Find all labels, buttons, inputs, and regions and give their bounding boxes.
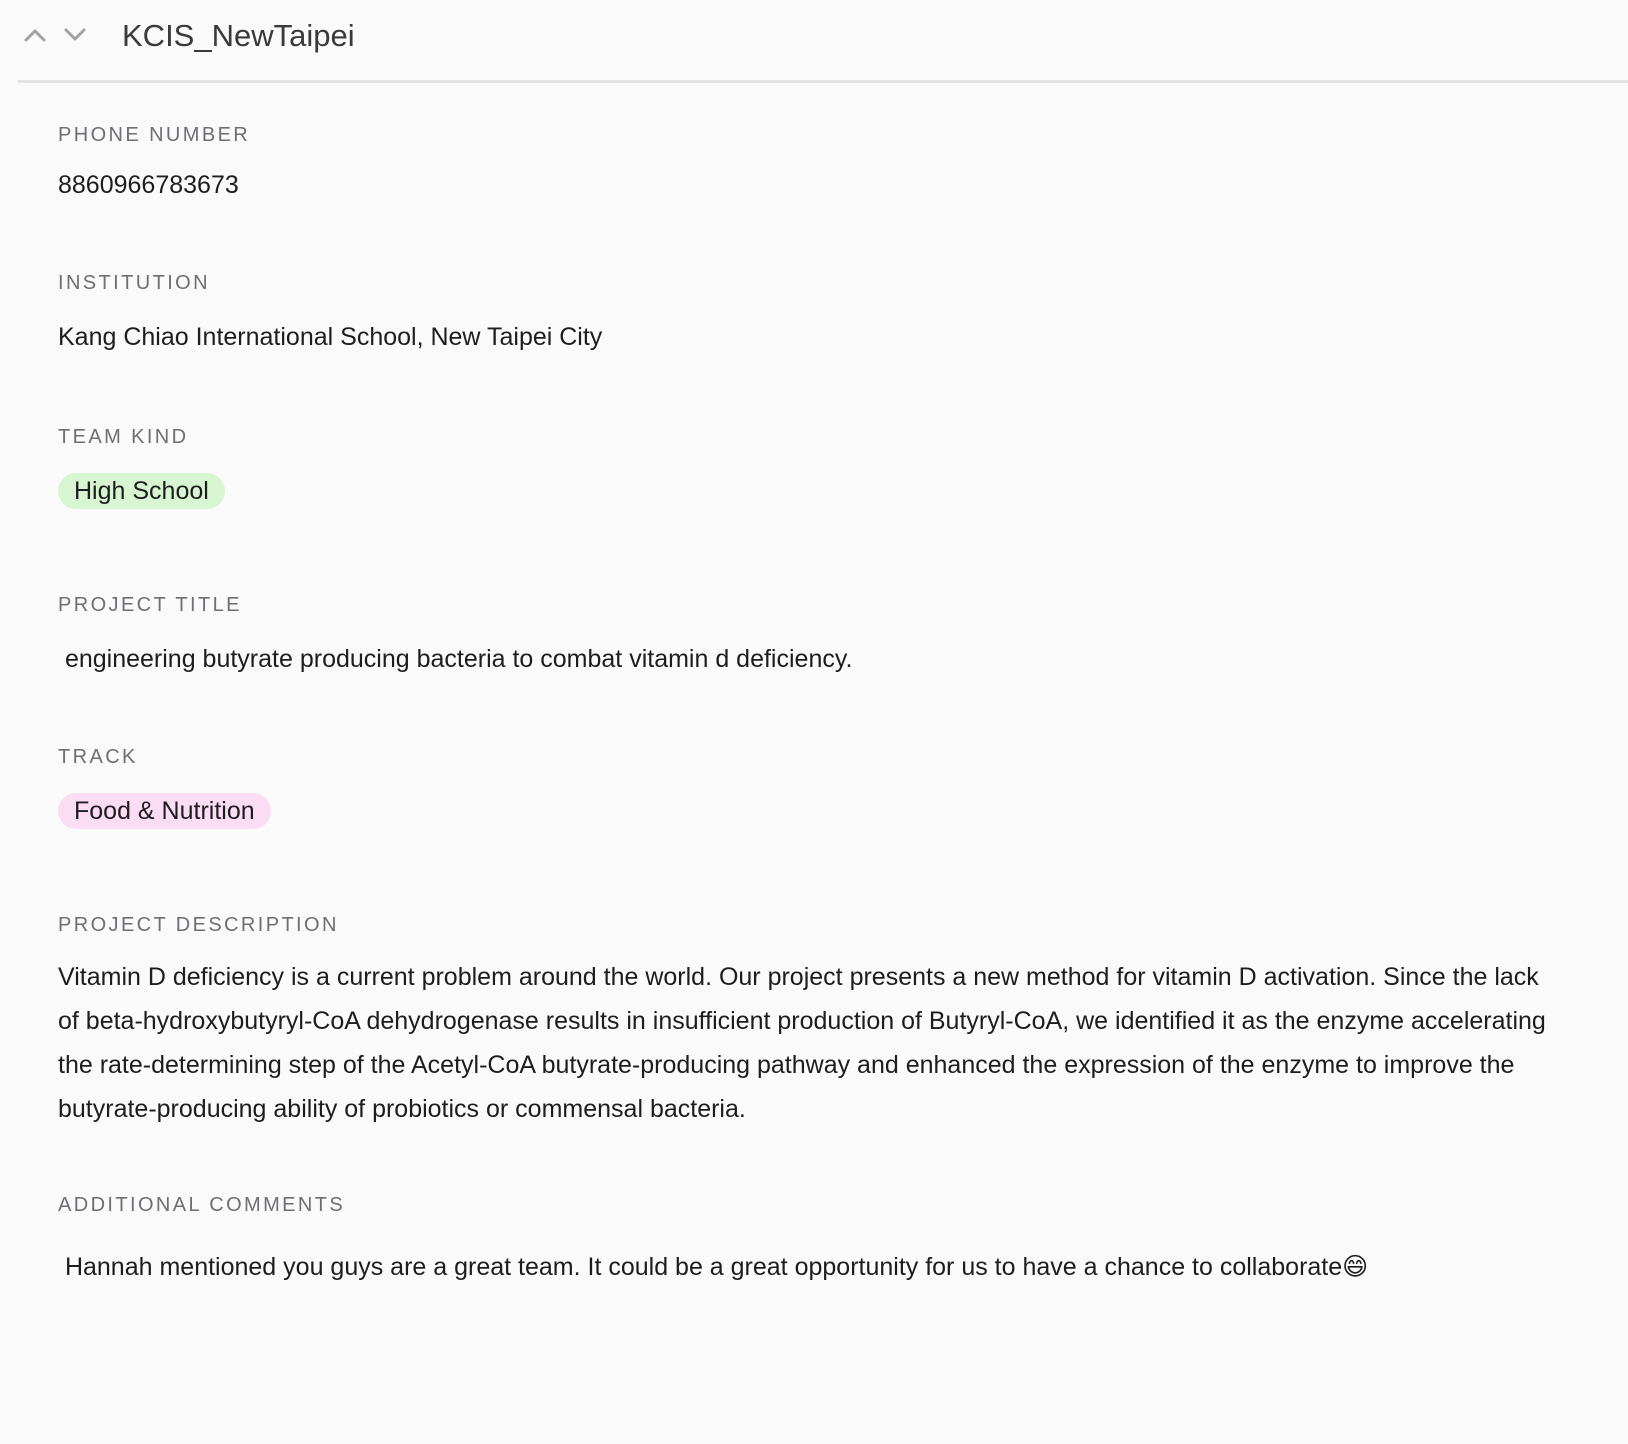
field-project-title: PROJECT TITLE engineering butyrate produ… bbox=[58, 591, 1568, 675]
field-label: PROJECT TITLE bbox=[58, 594, 242, 616]
chevron-down-icon bbox=[64, 28, 86, 41]
field-label: TRACK bbox=[58, 746, 138, 768]
record-title: KCIS_NewTaipei bbox=[122, 18, 355, 53]
team-kind-value[interactable]: High School bbox=[58, 473, 1568, 509]
field-label: ADDITIONAL COMMENTS bbox=[58, 1194, 346, 1216]
additional-comments-value[interactable]: Hannah mentioned you guys are a great te… bbox=[58, 1251, 1568, 1283]
record-header: KCIS_NewTaipei bbox=[18, 0, 1628, 83]
track-value[interactable]: Food & Nutrition bbox=[58, 793, 1568, 829]
field-track: TRACK Food & Nutrition bbox=[58, 743, 1568, 829]
project-description-value[interactable]: Vitamin D deficiency is a current proble… bbox=[58, 955, 1558, 1131]
field-phone-number: PHONE NUMBER 8860966783673 bbox=[58, 121, 1568, 201]
previous-record-button[interactable] bbox=[18, 18, 52, 52]
project-title-value[interactable]: engineering butyrate producing bacteria … bbox=[58, 643, 1568, 675]
field-label: PHONE NUMBER bbox=[58, 124, 251, 146]
next-record-button[interactable] bbox=[58, 18, 92, 52]
field-label: INSTITUTION bbox=[58, 272, 210, 294]
field-institution: INSTITUTION Kang Chiao International Sch… bbox=[58, 269, 1568, 353]
track-tag[interactable]: Food & Nutrition bbox=[58, 793, 271, 829]
field-team-kind: TEAM KIND High School bbox=[58, 423, 1568, 509]
field-label: PROJECT DESCRIPTION bbox=[58, 914, 339, 936]
field-label: TEAM KIND bbox=[58, 426, 189, 448]
field-project-description: PROJECT DESCRIPTION Vitamin D deficiency… bbox=[58, 911, 1568, 1131]
institution-value[interactable]: Kang Chiao International School, New Tai… bbox=[58, 321, 1568, 353]
chevron-up-icon bbox=[24, 29, 46, 42]
team-kind-tag[interactable]: High School bbox=[58, 473, 225, 509]
phone-number-value[interactable]: 8860966783673 bbox=[58, 169, 1568, 201]
field-additional-comments: ADDITIONAL COMMENTS Hannah mentioned you… bbox=[58, 1191, 1568, 1283]
record-fields: PHONE NUMBER 8860966783673 INSTITUTION K… bbox=[0, 121, 1628, 1283]
